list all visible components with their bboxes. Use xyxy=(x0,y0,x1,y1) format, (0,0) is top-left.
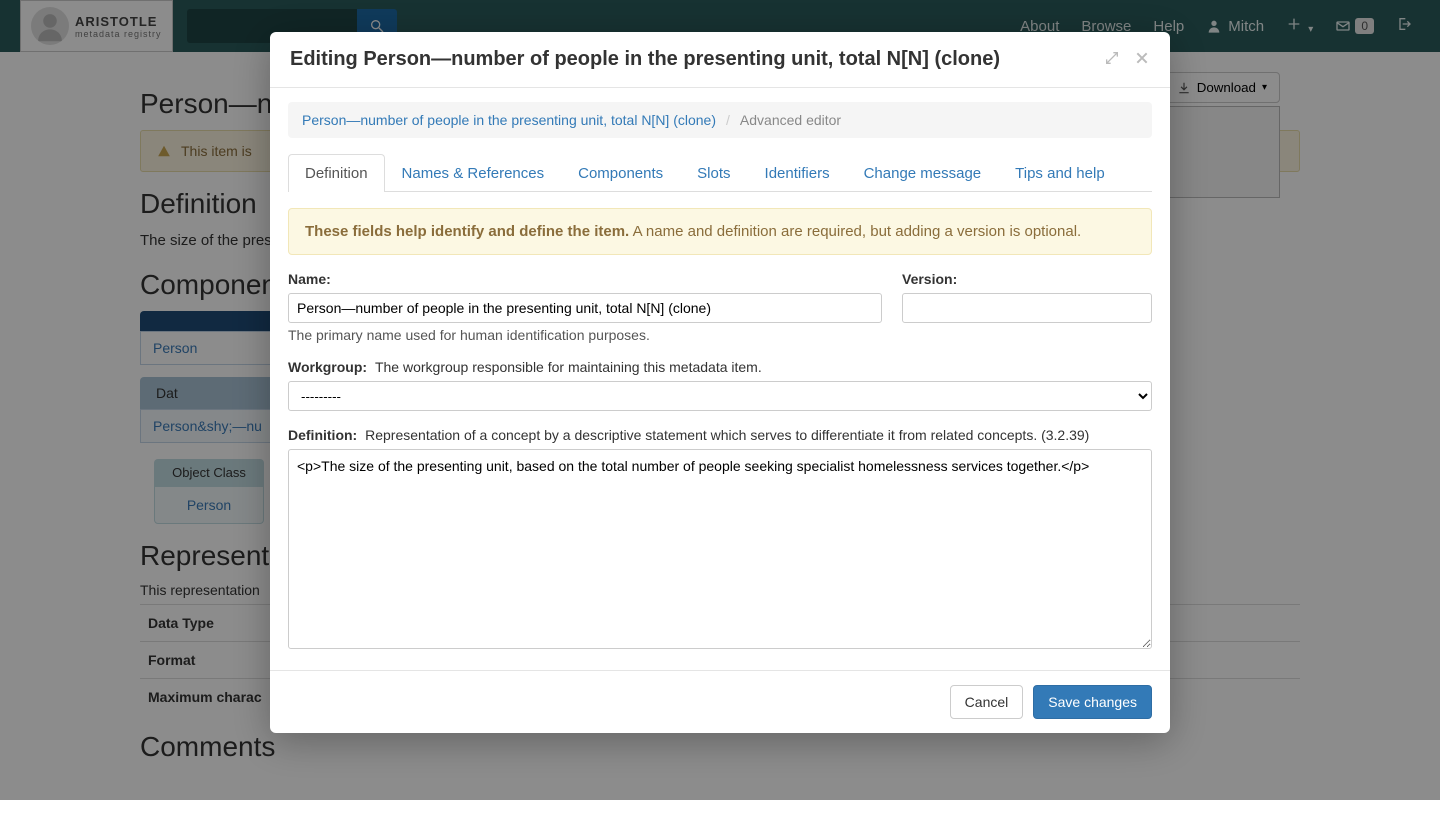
tab-change-message[interactable]: Change message xyxy=(847,154,999,192)
name-input[interactable] xyxy=(288,293,882,323)
modal-overlay: Editing Person—number of people in the p… xyxy=(0,0,1440,800)
definition-hint: These fields help identify and define th… xyxy=(288,208,1152,255)
modal-header: Editing Person—number of people in the p… xyxy=(270,32,1170,88)
modal-footer: Cancel Save changes xyxy=(270,670,1170,733)
workgroup-label: Workgroup: xyxy=(288,359,367,375)
hint-bold: These fields help identify and define th… xyxy=(305,223,629,240)
editor-tabs: Definition Names & References Components… xyxy=(288,154,1152,192)
expand-icon[interactable] xyxy=(1104,50,1120,69)
workgroup-help: The workgroup responsible for maintainin… xyxy=(375,359,762,375)
tab-components[interactable]: Components xyxy=(561,154,680,192)
definition-help: Representation of a concept by a descrip… xyxy=(365,427,1089,443)
name-label: Name: xyxy=(288,271,882,287)
definition-textarea[interactable] xyxy=(288,449,1152,649)
save-button[interactable]: Save changes xyxy=(1033,685,1152,719)
version-label: Version: xyxy=(902,271,1152,287)
definition-label: Definition: xyxy=(288,427,357,443)
breadcrumb-current: Advanced editor xyxy=(740,112,841,128)
breadcrumb-link[interactable]: Person—number of people in the presentin… xyxy=(302,112,716,128)
version-input[interactable] xyxy=(902,293,1152,323)
tab-identifiers[interactable]: Identifiers xyxy=(748,154,847,192)
tab-names[interactable]: Names & References xyxy=(385,154,562,192)
hint-text: A name and definition are required, but … xyxy=(629,223,1081,240)
name-help: The primary name used for human identifi… xyxy=(288,327,882,343)
workgroup-select[interactable]: --------- xyxy=(288,381,1152,411)
close-icon[interactable] xyxy=(1134,50,1150,69)
breadcrumb: Person—number of people in the presentin… xyxy=(288,102,1152,138)
tab-definition[interactable]: Definition xyxy=(288,154,385,192)
breadcrumb-separator: / xyxy=(726,112,730,128)
tab-tips[interactable]: Tips and help xyxy=(998,154,1122,192)
modal-body: Person—number of people in the presentin… xyxy=(270,88,1170,652)
tab-slots[interactable]: Slots xyxy=(680,154,747,192)
cancel-button[interactable]: Cancel xyxy=(950,685,1024,719)
edit-modal: Editing Person—number of people in the p… xyxy=(270,32,1170,733)
modal-title: Editing Person—number of people in the p… xyxy=(290,48,1000,71)
